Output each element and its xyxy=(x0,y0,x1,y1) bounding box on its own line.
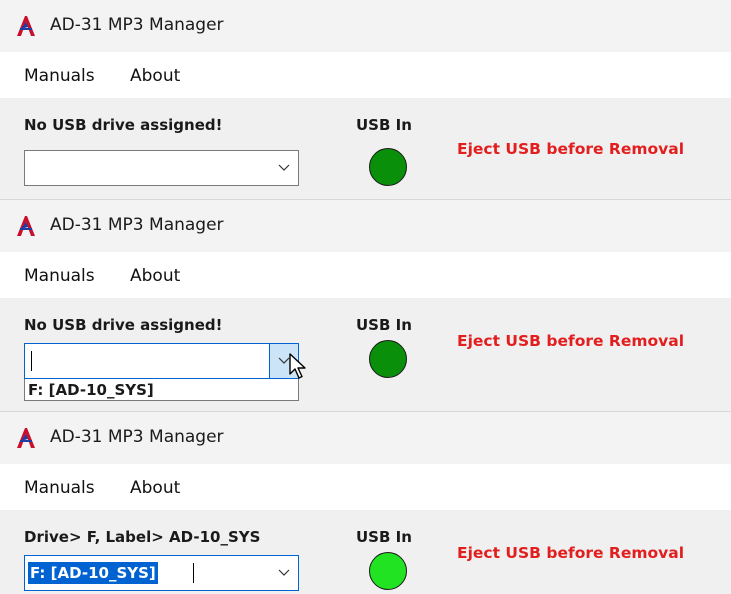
dropdown-button[interactable] xyxy=(270,556,298,590)
usb-in-indicator xyxy=(369,340,407,378)
title-bar: AD-31 MP3 Manager xyxy=(0,0,731,52)
dropdown-button[interactable] xyxy=(270,151,298,185)
ad-logo-icon xyxy=(17,428,35,448)
dropdown-option[interactable]: F: [AD-10_SYS] xyxy=(28,381,154,399)
usb-in-label: USB In xyxy=(356,316,412,334)
drive-select-value xyxy=(28,350,32,372)
main-panel: Drive> F, Label> AD-10_SYS USB In Eject … xyxy=(0,510,731,594)
drive-select-value: F: [AD-10_SYS] xyxy=(28,562,158,584)
title-bar: AD-31 MP3 Manager xyxy=(0,200,731,252)
ad-logo-icon xyxy=(17,216,35,236)
menu-bar: Manuals About xyxy=(0,464,731,510)
drive-status-label: No USB drive assigned! xyxy=(24,316,223,334)
drive-dropdown-list: F: [AD-10_SYS] xyxy=(24,379,299,401)
usb-in-label: USB In xyxy=(356,116,412,134)
drive-select[interactable] xyxy=(24,343,299,379)
window-title: AD-31 MP3 Manager xyxy=(50,427,224,447)
menu-about[interactable]: About xyxy=(130,478,180,498)
drive-select-value xyxy=(28,157,32,179)
title-bar: AD-31 MP3 Manager xyxy=(0,412,731,464)
menu-bar: Manuals About xyxy=(0,252,731,298)
app-window-2: AD-31 MP3 Manager Manuals About No USB d… xyxy=(0,200,731,412)
menu-manuals[interactable]: Manuals xyxy=(24,266,95,286)
ad-logo-icon xyxy=(17,16,35,36)
drive-select[interactable] xyxy=(24,150,299,186)
main-panel: No USB drive assigned! USB In Eject USB … xyxy=(0,298,731,412)
eject-warning-label: Eject USB before Removal xyxy=(457,544,685,562)
text-caret xyxy=(193,563,194,583)
drive-select[interactable]: F: [AD-10_SYS] xyxy=(24,555,299,591)
menu-about[interactable]: About xyxy=(130,66,180,86)
usb-in-label: USB In xyxy=(356,528,412,546)
menu-bar: Manuals About xyxy=(0,52,731,98)
app-window-1: AD-31 MP3 Manager Manuals About No USB d… xyxy=(0,0,731,208)
chevron-down-icon xyxy=(278,569,290,576)
menu-manuals[interactable]: Manuals xyxy=(24,66,95,86)
drive-status-label: Drive> F, Label> AD-10_SYS xyxy=(24,528,261,546)
app-window-3: AD-31 MP3 Manager Manuals About Drive> F… xyxy=(0,412,731,594)
eject-warning-label: Eject USB before Removal xyxy=(457,332,685,350)
usb-in-indicator xyxy=(369,148,407,186)
drive-status-label: No USB drive assigned! xyxy=(24,116,223,134)
mouse-pointer-icon xyxy=(289,353,306,379)
main-panel: No USB drive assigned! USB In Eject USB … xyxy=(0,98,731,208)
menu-manuals[interactable]: Manuals xyxy=(24,478,95,498)
usb-in-indicator xyxy=(369,552,407,590)
window-title: AD-31 MP3 Manager xyxy=(50,215,224,235)
window-title: AD-31 MP3 Manager xyxy=(50,15,224,35)
eject-warning-label: Eject USB before Removal xyxy=(457,140,685,158)
menu-about[interactable]: About xyxy=(130,266,180,286)
chevron-down-icon xyxy=(278,164,290,171)
